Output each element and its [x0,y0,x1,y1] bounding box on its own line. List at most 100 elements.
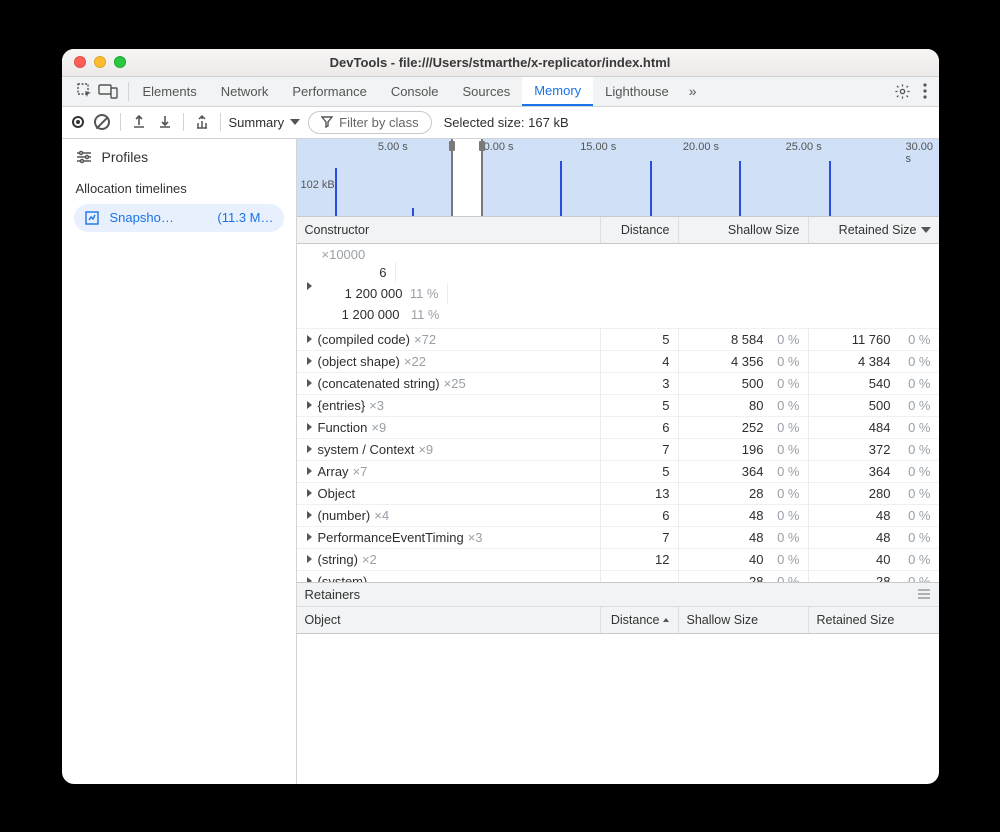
constructor-name: (system) [318,574,368,582]
expand-icon[interactable] [307,379,312,387]
gc-icon[interactable] [194,114,210,130]
ret-col-distance[interactable]: Distance [601,607,679,633]
view-dropdown[interactable]: Summary [221,115,309,130]
tab-memory[interactable]: Memory [522,77,593,106]
table-row[interactable]: Object13280 %2800 % [297,483,939,505]
settings-icon[interactable] [894,83,911,100]
col-shallow[interactable]: Shallow Size [679,217,809,243]
timeline-brush[interactable] [451,139,483,216]
zoom-window-button[interactable] [114,56,126,68]
distance-cell: 6 [601,505,679,526]
snapshot-item[interactable]: Snapsho… (11.3 M… [74,204,284,232]
allocation-timeline[interactable]: 5.00 s10.00 s15.00 s20.00 s25.00 s30.00 … [297,139,939,217]
section-label: Allocation timelines [62,175,296,202]
allocation-bar [335,168,337,216]
expand-icon[interactable] [307,335,312,343]
table-row[interactable]: ×1000061 200 00011 %1 200 00011 % [297,244,939,329]
table-row[interactable]: (number)×46480 %480 % [297,505,939,527]
col-distance[interactable]: Distance [601,217,679,243]
inspect-icon[interactable] [76,82,94,100]
count: ×9 [371,420,386,435]
sort-desc-icon [921,227,931,233]
expand-icon[interactable] [307,533,312,541]
tab-elements[interactable]: Elements [131,77,209,106]
tab-network[interactable]: Network [209,77,281,106]
shallow-cell: 5000 % [679,373,809,394]
distance-cell: 7 [601,439,679,460]
table-row[interactable]: PerformanceEventTiming×37480 %480 % [297,527,939,549]
retained-cell: 11 7600 % [809,329,939,350]
record-button[interactable] [72,116,84,128]
sidebar: Profiles Allocation timelines Snapsho… (… [62,139,297,784]
sort-asc-icon [662,616,670,624]
shallow-cell: 480 % [679,527,809,548]
constructor-name: Object [318,486,356,501]
expand-icon[interactable] [307,282,312,290]
count: ×10000 [322,247,366,262]
table-row[interactable]: (concatenated string)×2535000 %5400 % [297,373,939,395]
retained-cell: 1 200 00011 % [318,304,448,325]
device-toggle-icon[interactable] [98,83,118,99]
snapshot-size: (11.3 M… [217,210,273,225]
sliders-icon[interactable] [76,150,92,164]
distance-cell: 6 [318,262,396,283]
table-row[interactable]: Function×962520 %4840 % [297,417,939,439]
ret-col-shallow[interactable]: Shallow Size [679,607,809,633]
table-row[interactable]: (system)–280 %280 % [297,571,939,582]
clear-button[interactable] [94,114,110,130]
expand-icon[interactable] [307,511,312,519]
table-row[interactable]: system / Context×971960 %3720 % [297,439,939,461]
distance-cell: 6 [601,417,679,438]
distance-cell: 5 [601,329,679,350]
retainers-label: Retainers [305,587,361,602]
col-retained[interactable]: Retained Size [809,217,939,243]
count: ×72 [414,332,436,347]
expand-icon[interactable] [307,489,312,497]
count: ×3 [369,398,384,413]
import-icon[interactable] [157,114,173,130]
count: ×2 [362,552,377,567]
export-icon[interactable] [131,114,147,130]
expand-icon[interactable] [307,401,312,409]
table-row[interactable]: Array×753640 %3640 % [297,461,939,483]
expand-icon[interactable] [307,423,312,431]
titlebar: DevTools - file:///Users/stmarthe/x-repl… [62,49,939,77]
tabs-overflow-button[interactable]: » [681,77,705,106]
expand-icon[interactable] [307,445,312,453]
minimize-window-button[interactable] [94,56,106,68]
count: ×3 [468,530,483,545]
shallow-cell: 8 5840 % [679,329,809,350]
view-dropdown-label: Summary [229,115,285,130]
col-constructor[interactable]: Constructor [297,217,601,243]
class-filter-input[interactable]: Filter by class [308,111,431,134]
table-row[interactable]: (object shape)×2244 3560 %4 3840 % [297,351,939,373]
close-window-button[interactable] [74,56,86,68]
expand-icon[interactable] [307,467,312,475]
expand-icon[interactable] [307,555,312,563]
allocation-bar [829,161,831,216]
tab-console[interactable]: Console [379,77,451,106]
tab-performance[interactable]: Performance [280,77,378,106]
count: ×9 [418,442,433,457]
ret-col-object[interactable]: Object [297,607,601,633]
tab-sources[interactable]: Sources [451,77,523,106]
more-icon[interactable] [923,83,927,99]
table-row[interactable]: (compiled code)×7258 5840 %11 7600 % [297,329,939,351]
expand-icon[interactable] [307,357,312,365]
retainers-menu-icon[interactable] [917,589,931,599]
chevron-down-icon [290,119,300,125]
shallow-cell: 2520 % [679,417,809,438]
count: ×4 [374,508,389,523]
tab-lighthouse[interactable]: Lighthouse [593,77,681,106]
table-row[interactable]: {entries}×35800 %5000 % [297,395,939,417]
retained-cell: 4 3840 % [809,351,939,372]
devtools-window: DevTools - file:///Users/stmarthe/x-repl… [62,49,939,784]
constructor-name: (object shape) [318,354,400,369]
constructor-name: (number) [318,508,371,523]
memory-toolbar: Summary Filter by class Selected size: 1… [62,107,939,139]
retained-cell: 5400 % [809,373,939,394]
retained-cell: 3640 % [809,461,939,482]
distance-cell: 5 [601,395,679,416]
table-row[interactable]: (string)×212400 %400 % [297,549,939,571]
ret-col-retained[interactable]: Retained Size [809,607,939,633]
